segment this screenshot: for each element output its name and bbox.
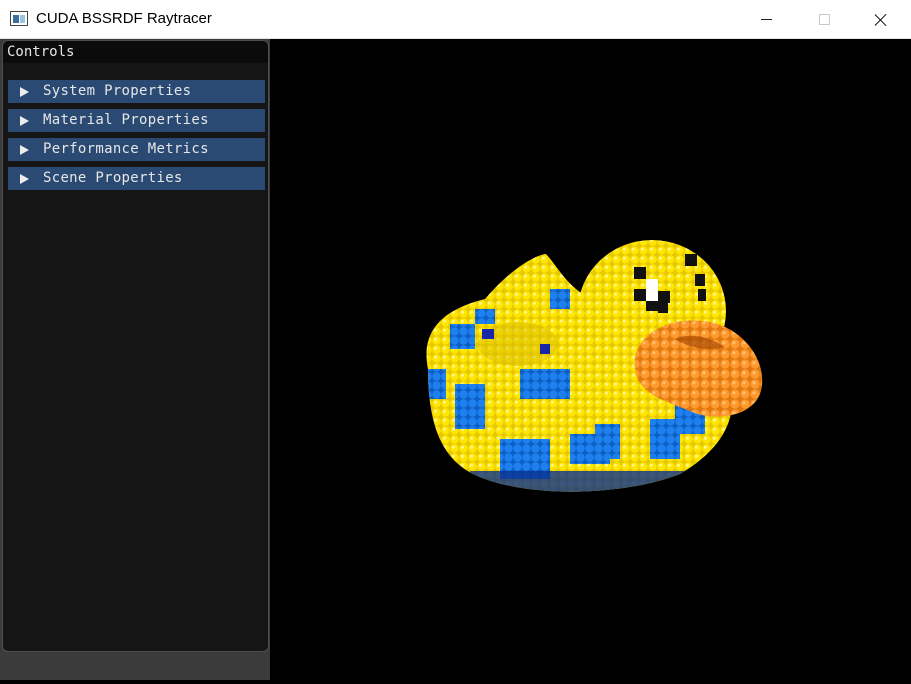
title-bar: CUDA BSSRDF Raytracer [0,0,911,39]
maximize-icon [818,14,830,25]
maximize-button[interactable] [795,0,853,39]
expand-arrow-icon [20,87,29,97]
section-label: Scene Properties [43,170,183,186]
window-title: CUDA BSSRDF Raytracer [36,10,212,27]
close-icon [874,13,888,27]
minimize-button[interactable] [737,0,795,39]
section-label: Material Properties [43,112,209,128]
section-material-properties[interactable]: Material Properties [8,109,265,132]
app-window-icon [10,11,28,26]
controls-panel[interactable]: Controls System Properties Material Prop… [2,40,269,652]
section-system-properties[interactable]: System Properties [8,80,265,103]
expand-arrow-icon [20,116,29,126]
minimize-icon [760,19,772,20]
expand-arrow-icon [20,174,29,184]
close-button[interactable] [852,0,910,39]
section-label: System Properties [43,83,192,99]
rubber-duck-render [426,240,763,492]
render-viewport[interactable] [270,39,911,680]
section-performance-metrics[interactable]: Performance Metrics [8,138,265,161]
section-scene-properties[interactable]: Scene Properties [8,167,265,190]
panel-title[interactable]: Controls [3,41,268,63]
expand-arrow-icon [20,145,29,155]
section-label: Performance Metrics [43,141,209,157]
